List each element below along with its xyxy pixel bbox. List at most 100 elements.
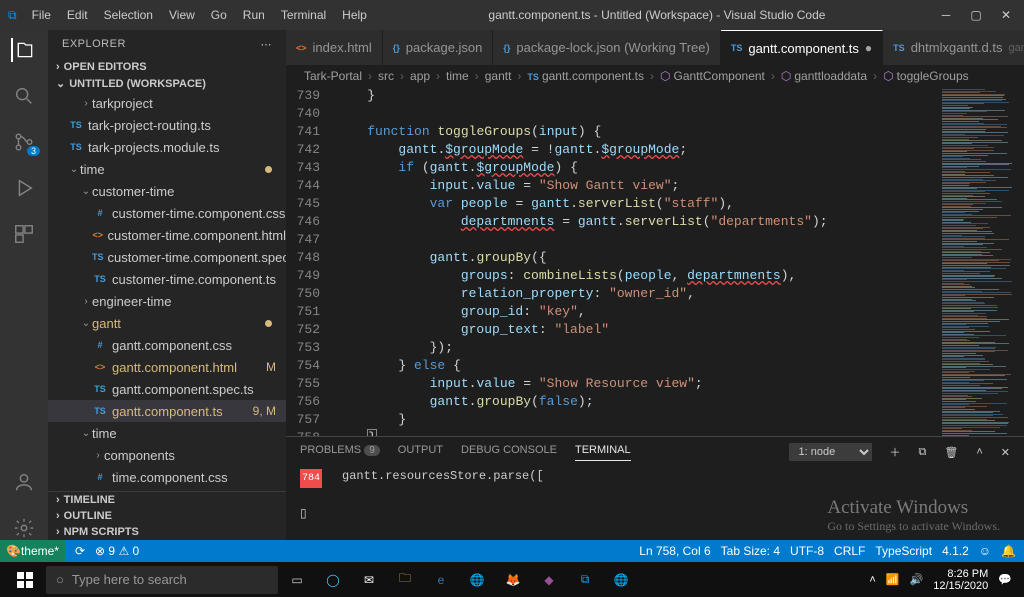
- file-icon: TS: [68, 117, 84, 133]
- maximize-panel-icon[interactable]: ˄: [976, 446, 982, 458]
- status-sync[interactable]: ⟳: [75, 544, 85, 558]
- tree-item[interactable]: ⌄customer-time: [48, 180, 286, 202]
- tree-item[interactable]: #customer-time.component.css: [48, 202, 286, 224]
- system-tray[interactable]: ˄ 📶 🔊 8:26 PM12/15/2020 💬: [869, 568, 1018, 592]
- start-button[interactable]: [6, 572, 44, 588]
- tree-item[interactable]: ⌄time: [48, 422, 286, 444]
- editor-tab[interactable]: TSgantt.component.ts●: [721, 30, 883, 65]
- tree-item[interactable]: ⌄time: [48, 158, 286, 180]
- settings-icon[interactable]: [12, 516, 36, 540]
- npm-section[interactable]: ›NPM SCRIPTS: [48, 524, 286, 540]
- window-title: gantt.component.ts - Untitled (Workspace…: [374, 8, 940, 22]
- tree-item[interactable]: ›engineer-time: [48, 290, 286, 312]
- cortana-icon[interactable]: ◯: [316, 566, 350, 594]
- vs-icon[interactable]: ◆: [532, 566, 566, 594]
- taskbar-clock[interactable]: 8:26 PM12/15/2020: [933, 568, 988, 592]
- status-cursor[interactable]: Ln 758, Col 6: [639, 544, 710, 558]
- menu-go[interactable]: Go: [204, 4, 234, 26]
- menu-run[interactable]: Run: [236, 4, 272, 26]
- workspace-section[interactable]: ⌄UNTITLED (WORKSPACE): [48, 75, 286, 92]
- minimize-icon[interactable]: ─: [940, 8, 952, 22]
- terminal-selector[interactable]: 1: node: [789, 443, 872, 461]
- status-bell-icon[interactable]: 🔔: [1001, 544, 1016, 558]
- outline-section[interactable]: ›OUTLINE: [48, 508, 286, 524]
- sidebar: EXPLORER ⋯ ›OPEN EDITORS ⌄UNTITLED (WORK…: [48, 30, 286, 540]
- tree-item[interactable]: #time.component.css: [48, 466, 286, 488]
- tree-item[interactable]: TStark-project-routing.ts: [48, 114, 286, 136]
- status-encoding[interactable]: UTF-8: [790, 544, 824, 558]
- file-tree: ›tarkprojectTStark-project-routing.tsTSt…: [48, 92, 286, 491]
- search-icon[interactable]: [12, 84, 36, 108]
- timeline-section[interactable]: ›TIMELINE: [48, 492, 286, 508]
- menu-file[interactable]: File: [25, 4, 58, 26]
- menu-view[interactable]: View: [162, 4, 202, 26]
- output-tab[interactable]: OUTPUT: [398, 444, 443, 460]
- editor-tab[interactable]: TSdhtmlxgantt.d.tsgantt\codeb: [883, 30, 1024, 65]
- code-editor[interactable]: } function toggleGroups(input) { gantt.$…: [336, 87, 936, 436]
- terminal-tab[interactable]: TERMINAL: [575, 444, 631, 461]
- vscode-taskbar-icon[interactable]: ⧉: [568, 566, 602, 594]
- debug-icon[interactable]: [12, 176, 36, 200]
- explorer-taskbar-icon[interactable]: 🗀: [388, 566, 422, 594]
- kill-terminal-icon[interactable]: 🗑: [944, 446, 958, 459]
- problems-tab[interactable]: PROBLEMS 9: [300, 444, 380, 460]
- mail-icon[interactable]: ✉: [352, 566, 386, 594]
- more-icon[interactable]: ⋯: [261, 38, 273, 51]
- tree-item[interactable]: TScustomer-time.component.spec.ts: [48, 246, 286, 268]
- tray-chevron-icon[interactable]: ˄: [869, 574, 875, 586]
- minimap[interactable]: [936, 87, 1024, 436]
- explorer-icon[interactable]: [11, 38, 35, 62]
- breadcrumb[interactable]: Tark-Portal›src›app›time›gantt›TSgantt.c…: [286, 65, 1024, 87]
- firefox-icon[interactable]: 🦊: [496, 566, 530, 594]
- vscode-icon: ⧉: [8, 8, 17, 23]
- menu-edit[interactable]: Edit: [60, 4, 95, 26]
- status-feedback-icon[interactable]: ☺: [979, 544, 991, 558]
- task-view-icon[interactable]: ▭: [280, 566, 314, 594]
- tree-item[interactable]: <>customer-time.component.html: [48, 224, 286, 246]
- activity-bar: 3: [0, 30, 48, 540]
- status-ts-version[interactable]: 4.1.2: [942, 544, 969, 558]
- file-icon: TS: [92, 403, 108, 419]
- tree-item[interactable]: TScustomer-time.component.ts: [48, 268, 286, 290]
- open-editors-section[interactable]: ›OPEN EDITORS: [48, 59, 286, 75]
- tree-item[interactable]: ›components: [48, 444, 286, 466]
- menu-selection[interactable]: Selection: [97, 4, 160, 26]
- taskbar-search[interactable]: ○Type here to search: [46, 566, 278, 594]
- editor-group: <>index.html{}package.json{}package-lock…: [286, 30, 1024, 540]
- source-control-icon[interactable]: 3: [12, 130, 36, 154]
- line-gutter: 7397407417427437447457467477487497507517…: [286, 87, 336, 436]
- close-icon[interactable]: ✕: [1000, 8, 1012, 22]
- edge-icon[interactable]: e: [424, 566, 458, 594]
- file-icon: <>: [92, 359, 108, 375]
- status-eol[interactable]: CRLF: [834, 544, 865, 558]
- status-language[interactable]: TypeScript: [875, 544, 932, 558]
- terminal-body[interactable]: 784gantt.resourcesStore.parse([ ▯ Activa…: [286, 461, 1024, 540]
- new-terminal-icon[interactable]: ＋: [890, 444, 901, 460]
- bottom-panel: PROBLEMS 9 OUTPUT DEBUG CONSOLE TERMINAL…: [286, 436, 1024, 540]
- tree-item[interactable]: TStark-projects.module.ts: [48, 136, 286, 158]
- search-icon: ○: [56, 572, 64, 587]
- split-terminal-icon[interactable]: ⧉: [919, 446, 927, 459]
- tree-item[interactable]: ›tarkproject: [48, 92, 286, 114]
- editor-tab[interactable]: {}package-lock.json (Working Tree): [493, 30, 720, 65]
- debug-console-tab[interactable]: DEBUG CONSOLE: [461, 444, 557, 460]
- tree-item[interactable]: <>gantt.component.htmlM: [48, 356, 286, 378]
- editor-tab[interactable]: {}package.json: [383, 30, 494, 65]
- close-panel-icon[interactable]: ✕: [1001, 446, 1010, 459]
- tree-item[interactable]: ⌄gantt: [48, 312, 286, 334]
- menu-terminal[interactable]: Terminal: [274, 4, 333, 26]
- status-tabsize[interactable]: Tab Size: 4: [721, 544, 780, 558]
- editor-tab[interactable]: <>index.html: [286, 30, 383, 65]
- extensions-icon[interactable]: [12, 222, 36, 246]
- menu-help[interactable]: Help: [335, 4, 374, 26]
- status-problems[interactable]: ⊗ 9 ⚠ 0: [95, 544, 139, 558]
- chrome-icon[interactable]: 🌐: [460, 566, 494, 594]
- maximize-icon[interactable]: ▢: [970, 8, 982, 22]
- chrome2-icon[interactable]: 🌐: [604, 566, 638, 594]
- tree-item[interactable]: TSgantt.component.spec.ts: [48, 378, 286, 400]
- tree-item[interactable]: #gantt.component.css: [48, 334, 286, 356]
- editor-tabs: <>index.html{}package.json{}package-lock…: [286, 30, 1024, 65]
- account-icon[interactable]: [12, 470, 36, 494]
- status-theme[interactable]: 🎨 theme*: [0, 540, 65, 562]
- tree-item[interactable]: TSgantt.component.ts9, M: [48, 400, 286, 422]
